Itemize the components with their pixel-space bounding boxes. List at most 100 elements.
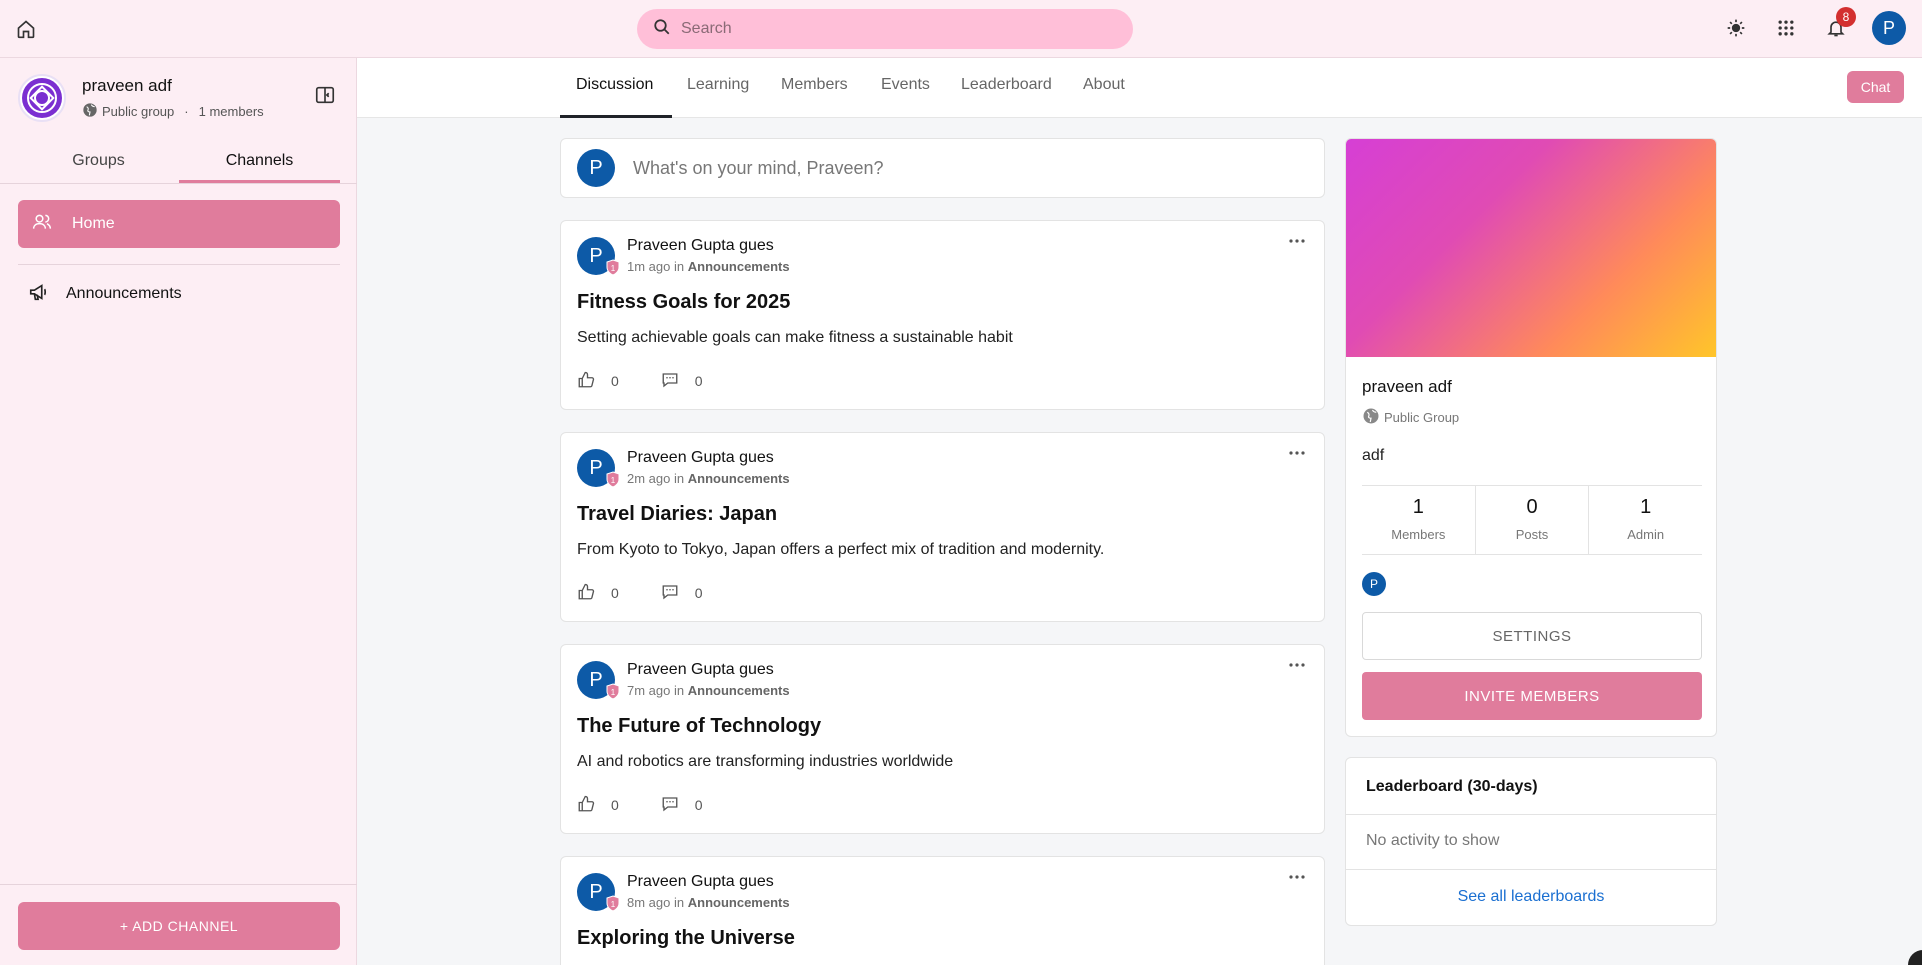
stat-value: 1 [1640, 496, 1652, 518]
post-author[interactable]: Praveen Gupta gues [627, 873, 774, 891]
leaderboard-card: Leaderboard (30-days) No activity to sho… [1345, 757, 1717, 926]
post-time: 2m ago [627, 471, 671, 486]
active-tab-indicator [560, 115, 672, 118]
post-author[interactable]: Praveen Gupta gues [627, 661, 774, 679]
stat-label: Posts [1515, 527, 1549, 542]
tab-leaderboard[interactable]: Leaderboard [961, 76, 1052, 94]
stat-admin: 1 Admin [1588, 486, 1702, 554]
comment-count: 0 [694, 797, 703, 813]
shield-badge-icon: 1 [605, 895, 621, 912]
group-header: praveen adf Public group · 1 members [18, 74, 338, 130]
like-count: 0 [611, 373, 619, 389]
apps-grid-icon[interactable] [1772, 11, 1800, 45]
post-card[interactable]: P 1 Praveen Gupta gues 8m ago in Announc… [560, 856, 1325, 965]
comment-icon [661, 795, 679, 816]
shield-badge-label: 1 [611, 900, 616, 909]
collapse-sidebar-icon[interactable] [312, 82, 338, 108]
divider [1346, 869, 1716, 870]
search-icon [653, 18, 671, 41]
search-bar[interactable] [637, 9, 1133, 49]
post-meta: 8m ago in Announcements [627, 895, 790, 910]
notification-count-badge: 8 [1836, 7, 1856, 27]
post-card[interactable]: P 1 Praveen Gupta gues 1m ago in Announc… [560, 220, 1325, 410]
shield-badge-icon: 1 [605, 683, 621, 700]
add-channel-button[interactable]: + ADD CHANNEL [18, 902, 340, 950]
like-button[interactable]: 0 [577, 795, 619, 816]
chat-button[interactable]: Chat [1847, 71, 1904, 103]
group-name: praveen adf [82, 76, 172, 95]
tab-events[interactable]: Events [881, 76, 930, 94]
notifications-bell-icon[interactable]: 8 [1822, 7, 1856, 45]
see-all-leaderboards-link[interactable]: See all leaderboards [1346, 888, 1716, 906]
comment-button[interactable]: 0 [661, 795, 703, 816]
more-options-icon[interactable] [1284, 655, 1310, 675]
divider [1346, 814, 1716, 815]
sidebar-item-label: Announcements [66, 285, 182, 302]
post-title[interactable]: The Future of Technology [577, 715, 821, 738]
post-in-word: in [674, 683, 685, 698]
post-title[interactable]: Travel Diaries: Japan [577, 503, 777, 526]
tab-channels[interactable]: Channels [179, 144, 340, 183]
sidebar-item-announcements[interactable]: Announcements [18, 272, 340, 316]
composer-input[interactable] [633, 155, 1293, 181]
group-stats: 1 Members 0 Posts 1 Admin [1362, 485, 1702, 555]
tab-discussion[interactable]: Discussion [576, 76, 653, 94]
post-author[interactable]: Praveen Gupta gues [627, 449, 774, 467]
invite-members-button[interactable]: INVITE MEMBERS [1362, 672, 1702, 720]
shield-badge-icon: 1 [605, 471, 621, 488]
post-channel[interactable]: Announcements [688, 471, 790, 486]
more-options-icon[interactable] [1284, 867, 1310, 887]
home-icon[interactable] [12, 15, 40, 43]
tab-about[interactable]: About [1083, 76, 1125, 94]
post-card[interactable]: P 1 Praveen Gupta gues 7m ago in Announc… [560, 644, 1325, 834]
globe-icon [82, 102, 98, 121]
theme-toggle-sun-icon[interactable] [1722, 11, 1750, 45]
post-body: AI and robotics are transforming industr… [577, 753, 954, 770]
post-channel[interactable]: Announcements [688, 683, 790, 698]
tab-members[interactable]: Members [781, 76, 848, 94]
more-options-icon[interactable] [1284, 231, 1310, 251]
post-time: 1m ago [627, 259, 671, 274]
comment-count: 0 [694, 585, 703, 601]
group-type-label: Public Group [1384, 410, 1460, 425]
users-icon [32, 212, 52, 237]
group-description: adf [1362, 447, 1385, 464]
sidebar-item-home[interactable]: Home [18, 200, 340, 248]
like-count: 0 [611, 797, 619, 813]
avatar: P [577, 149, 615, 187]
post-in-word: in [674, 471, 685, 486]
tab-groups[interactable]: Groups [18, 144, 179, 183]
settings-button[interactable]: SETTINGS [1362, 612, 1702, 660]
post-body: From Kyoto to Tokyo, Japan offers a perf… [577, 541, 1105, 558]
tab-learning[interactable]: Learning [687, 76, 749, 94]
shield-badge-label: 1 [611, 264, 616, 273]
post-channel[interactable]: Announcements [688, 259, 790, 274]
shield-badge-icon: 1 [605, 259, 621, 276]
post-title[interactable]: Exploring the Universe [577, 927, 795, 950]
stat-members: 1 Members [1362, 486, 1475, 554]
top-bar: 8 P [0, 0, 1922, 58]
group-type: Public Group [1362, 407, 1459, 428]
comment-button[interactable]: 0 [661, 583, 703, 604]
more-options-icon[interactable] [1284, 443, 1310, 463]
like-button[interactable]: 0 [577, 371, 619, 392]
floating-help-button[interactable] [1908, 950, 1922, 965]
megaphone-icon [28, 281, 50, 308]
post-author[interactable]: Praveen Gupta gues [627, 237, 774, 255]
left-sidebar: praveen adf Public group · 1 members Gro… [0, 58, 357, 965]
leaderboard-title: Leaderboard (30-days) [1366, 778, 1538, 795]
comment-button[interactable]: 0 [661, 371, 703, 392]
post-body: Setting achievable goals can make fitnes… [577, 329, 1013, 346]
post-title[interactable]: Fitness Goals for 2025 [577, 291, 790, 314]
user-avatar[interactable]: P [1872, 11, 1906, 45]
divider [0, 884, 357, 885]
group-info-card: praveen adf Public Group adf 1 Members 0… [1345, 138, 1717, 737]
search-input[interactable] [681, 20, 1101, 38]
member-avatar[interactable]: P [1362, 572, 1386, 596]
post-composer: P [560, 138, 1325, 198]
post-channel[interactable]: Announcements [688, 895, 790, 910]
post-card[interactable]: P 1 Praveen Gupta gues 2m ago in Announc… [560, 432, 1325, 622]
thumbs-up-icon [577, 795, 595, 816]
like-button[interactable]: 0 [577, 583, 619, 604]
group-members-count: 1 members [198, 104, 264, 119]
